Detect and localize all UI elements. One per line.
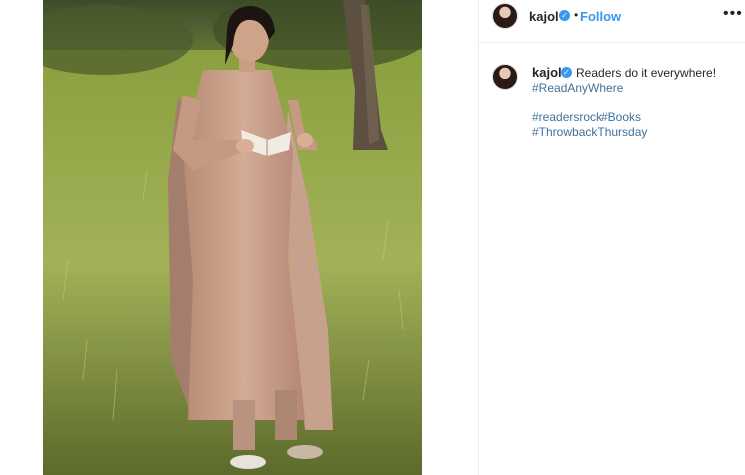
more-options-icon[interactable]: ••• [723, 5, 743, 23]
follow-button[interactable]: Follow [580, 9, 621, 24]
post-media-area [0, 0, 478, 475]
hashtag-readersrock[interactable]: #readersrock [532, 110, 602, 124]
caption-text: Readers do it everywhere! [576, 66, 717, 80]
post-sidebar: kajol ✓ • Follow ••• kajol ✓ Readers do … [479, 0, 745, 475]
separator-dot: • [574, 8, 579, 22]
hashtag-throwbackthursday[interactable]: #ThrowbackThursday [532, 125, 647, 139]
photo-illustration [43, 0, 422, 475]
post-header: kajol ✓ • Follow ••• [479, 0, 745, 43]
verified-badge-icon: ✓ [561, 67, 572, 78]
caption-avatar[interactable] [492, 64, 518, 90]
caption-username-link[interactable]: kajol [532, 65, 562, 80]
post-photo[interactable] [43, 0, 422, 475]
hashtag-books[interactable]: #Books [601, 110, 641, 124]
hashtag-readanywhere[interactable]: #ReadAnyWhere [532, 81, 623, 95]
verified-badge-icon: ✓ [559, 10, 570, 21]
username-link[interactable]: kajol [529, 9, 559, 24]
avatar[interactable] [492, 3, 518, 29]
